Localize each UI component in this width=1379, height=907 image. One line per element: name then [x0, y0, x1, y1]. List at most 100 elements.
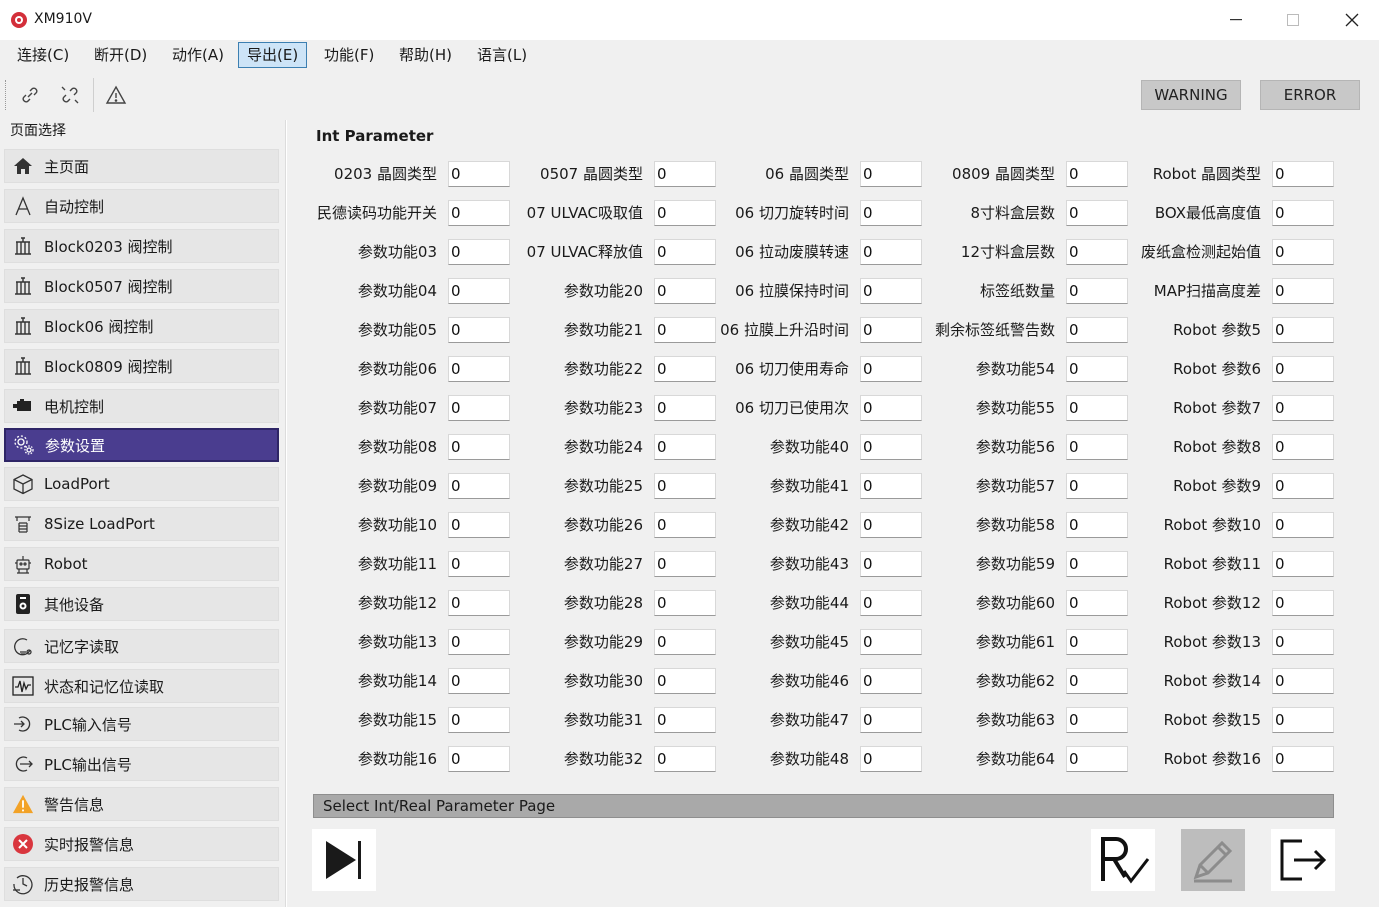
- param-label: 废纸盒检测起始值: [1140, 243, 1261, 261]
- param-label: 参数功能15: [357, 711, 437, 729]
- param-label: 参数功能58: [975, 516, 1055, 534]
- maximize-button[interactable]: [1270, 4, 1316, 36]
- pencil-icon: [1193, 840, 1233, 883]
- sidebar-item-alarm-history[interactable]: 历史报警信息: [4, 867, 279, 901]
- menu-function[interactable]: 功能(F): [315, 42, 383, 68]
- param-value-input[interactable]: [1272, 200, 1334, 226]
- sidebar-item-label: PLC输入信号: [44, 715, 132, 734]
- param-label: 标签纸数量: [979, 282, 1055, 300]
- toolbar-separator: [93, 78, 94, 112]
- param-value-input[interactable]: [1272, 278, 1334, 304]
- menu-export[interactable]: 导出(E): [238, 42, 308, 68]
- param-label: 06 切刀已使用次: [735, 399, 849, 417]
- sidebar-title: 页面选择: [10, 123, 66, 139]
- param-label: 剩余标签纸警告数: [934, 321, 1055, 339]
- param-label: 参数功能08: [357, 438, 437, 456]
- param-label: 参数功能16: [357, 750, 437, 768]
- param-label: 民德读码功能开关: [316, 204, 437, 222]
- sidebar-item-label: Block0203 阀控制: [44, 237, 173, 256]
- toolbar-grip: [5, 80, 8, 110]
- motor-icon: [12, 395, 34, 417]
- param-value-input[interactable]: [1272, 512, 1334, 538]
- param-value-input[interactable]: [1272, 434, 1334, 460]
- sidebar-item-label: 实时报警信息: [44, 835, 135, 854]
- auto-icon: [12, 195, 34, 217]
- param-value-input[interactable]: [1272, 161, 1334, 187]
- param-value-input[interactable]: [1272, 590, 1334, 616]
- minimize-button[interactable]: [1213, 4, 1259, 36]
- menu-connect[interactable]: 连接(C): [8, 42, 78, 68]
- close-button[interactable]: [1329, 4, 1375, 36]
- valve-icon: [12, 315, 34, 337]
- param-label: 参数功能63: [975, 711, 1055, 729]
- param-label: 参数功能06: [357, 360, 437, 378]
- sidebar-item-realtime-alarm[interactable]: 实时报警信息: [4, 827, 279, 861]
- error-button[interactable]: ERROR: [1260, 80, 1360, 110]
- param-label: Robot 参数11: [1163, 555, 1261, 573]
- unlink-icon[interactable]: [55, 80, 85, 110]
- param-label: 0507 晶圆类型: [540, 165, 643, 183]
- param-label: Robot 参数7: [1173, 399, 1261, 417]
- write-button[interactable]: [1181, 829, 1245, 891]
- home-icon: [12, 155, 34, 177]
- param-label: 参数功能32: [563, 750, 643, 768]
- valve-icon: [12, 235, 34, 257]
- param-label: 参数功能57: [975, 477, 1055, 495]
- param-label: 06 切刀使用寿命: [735, 360, 849, 378]
- menu-language[interactable]: 语言(L): [468, 42, 536, 68]
- main-panel: Int Parameter 0203 晶圆类型民德读码功能开关参数功能03 参数功…: [287, 120, 1379, 907]
- sidebar-item-label: LoadPort: [44, 475, 110, 493]
- sidebar-item-label: 状态和记忆位读取: [44, 677, 165, 696]
- param-label: 参数功能56: [975, 438, 1055, 456]
- device-icon: [12, 593, 34, 615]
- robot-icon: [12, 553, 34, 575]
- menu-help[interactable]: 帮助(H): [390, 42, 461, 68]
- sidebar-item-warning-info[interactable]: 警告信息: [4, 787, 279, 821]
- param-value-input[interactable]: [1272, 551, 1334, 577]
- history-icon: [12, 873, 34, 895]
- param-label: 06 拉膜上升沿时间: [720, 321, 849, 339]
- menu-disconnect[interactable]: 断开(D): [85, 42, 156, 68]
- param-label: 参数功能59: [975, 555, 1055, 573]
- param-value-input[interactable]: [1272, 707, 1334, 733]
- exit-button[interactable]: [1271, 829, 1335, 891]
- sidebar-item-label: 历史报警信息: [44, 875, 135, 894]
- param-label: 参数功能14: [357, 672, 437, 690]
- param-value-input[interactable]: [1272, 395, 1334, 421]
- param-value-input[interactable]: [1272, 629, 1334, 655]
- param-label: 参数功能24: [563, 438, 643, 456]
- sidebar-item-label: 记忆字读取: [44, 637, 120, 656]
- read-check-icon: [1101, 837, 1150, 884]
- param-label: 参数功能61: [975, 633, 1055, 651]
- param-label: Robot 参数9: [1173, 477, 1261, 495]
- param-label: 参数功能04: [357, 282, 437, 300]
- read-button[interactable]: [1091, 829, 1155, 891]
- param-value-input[interactable]: [1272, 356, 1334, 382]
- param-value-input[interactable]: [1272, 317, 1334, 343]
- param-label: 参数功能45: [769, 633, 849, 651]
- param-label: Robot 参数14: [1163, 672, 1261, 690]
- next-page-button[interactable]: [312, 829, 376, 891]
- title-bar: XM910V: [0, 0, 1379, 40]
- param-value-input[interactable]: [1272, 668, 1334, 694]
- param-value-input[interactable]: [1272, 473, 1334, 499]
- param-value-input[interactable]: [1272, 746, 1334, 772]
- param-value-input[interactable]: [1272, 239, 1334, 265]
- menu-bar: 连接(C) 断开(D) 动作(A) 导出(E) 功能(F) 帮助(H) 语言(L…: [0, 40, 1379, 70]
- param-label: 参数功能46: [769, 672, 849, 690]
- param-label: 参数功能09: [357, 477, 437, 495]
- window-title: XM910V: [34, 11, 92, 27]
- valve-icon: [12, 355, 34, 377]
- param-label: 参数功能13: [357, 633, 437, 651]
- sidebar-item-label: PLC输出信号: [44, 755, 132, 774]
- link-icon[interactable]: [15, 80, 45, 110]
- param-label: 参数功能05: [357, 321, 437, 339]
- menu-action[interactable]: 动作(A): [163, 42, 233, 68]
- param-label: MAP扫描高度差: [1153, 282, 1261, 300]
- warning-button[interactable]: WARNING: [1141, 80, 1241, 110]
- warning-reset-icon[interactable]: [101, 80, 131, 110]
- sidebar-item-label: Block0809 阀控制: [44, 357, 173, 376]
- page-select-bar[interactable]: Select Int/Real Parameter Page: [313, 794, 1334, 818]
- param-label: 12寸料盒层数: [960, 243, 1055, 261]
- output-icon: [12, 753, 34, 775]
